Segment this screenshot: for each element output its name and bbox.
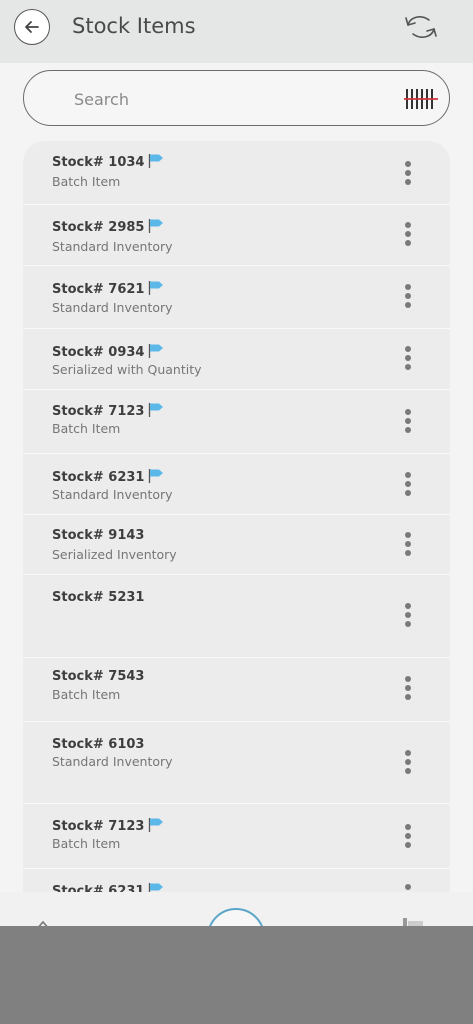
stock-item-type: Batch Item [52, 687, 121, 702]
back-button[interactable] [14, 9, 50, 45]
more-vertical-icon [405, 346, 411, 370]
stock-item-type: Batch Item [52, 174, 121, 189]
stock-item-number: Stock# 7543 [52, 669, 144, 684]
stock-item-number-text: Stock# 6103 [52, 737, 145, 752]
more-vertical-icon [405, 409, 411, 433]
stock-item-row[interactable]: Stock# 6231 Standard Inventory [23, 454, 450, 515]
more-vertical-icon [405, 603, 411, 627]
flag-icon [149, 344, 164, 358]
stock-item-number: Stock# 2985 [52, 218, 165, 235]
stock-item-row[interactable]: Stock# 7123 Batch Item [23, 390, 450, 454]
more-vertical-icon [405, 472, 411, 496]
stock-item-row[interactable]: Stock# 2985 Standard Inventory [23, 205, 450, 266]
barcode-scan-icon [404, 89, 438, 109]
more-vertical-icon [405, 222, 411, 246]
stock-item-number: Stock# 6103 [52, 737, 144, 752]
stock-item-number: Stock# 6231 [52, 468, 165, 485]
app-header: Stock Items [0, 0, 473, 63]
stock-item-type: Standard Inventory [52, 239, 173, 254]
barcode-scan-button[interactable] [402, 85, 440, 113]
stock-item-type: Serialized with Quantity [52, 362, 202, 377]
flag-icon [149, 403, 164, 417]
flag-icon [149, 281, 164, 295]
more-options-button[interactable] [399, 821, 417, 851]
more-options-button[interactable] [399, 529, 417, 559]
home-icon[interactable] [34, 918, 52, 926]
stock-item-number: Stock# 9143 [52, 528, 144, 543]
search-bar [23, 70, 450, 126]
stock-item-number: Stock# 7123 [52, 817, 165, 834]
stock-item-type: Serialized Inventory [52, 547, 177, 562]
stock-item-number-text: Stock# 7543 [52, 669, 145, 684]
stock-item-row[interactable]: Stock# 7543 Batch Item [23, 658, 450, 722]
more-vertical-icon [405, 750, 411, 774]
stock-item-row[interactable]: Stock# 7621 Standard Inventory [23, 266, 450, 329]
stock-item-row[interactable]: Stock# 7123 Batch Item [23, 804, 450, 869]
flag-icon [149, 154, 164, 168]
more-options-button[interactable] [399, 219, 417, 249]
more-vertical-icon [405, 532, 411, 556]
more-vertical-icon [405, 284, 411, 308]
stock-item-row[interactable]: Stock# 0934 Serialized with Quantity [23, 329, 450, 390]
flag-icon [149, 219, 164, 233]
stock-item-number-text: Stock# 6231 [52, 470, 145, 485]
stock-items-list[interactable]: Stock# 1034 Batch Item Stock# 2985 Standard… [23, 141, 450, 893]
page-title: Stock Items [72, 14, 196, 38]
more-vertical-icon [405, 161, 411, 185]
stock-item-type: Batch Item [52, 836, 121, 851]
stock-item-number: Stock# 1034 [52, 153, 165, 170]
stock-item-number-text: Stock# 0934 [52, 345, 145, 360]
gray-overlay [0, 926, 473, 1024]
flag-icon [149, 469, 164, 483]
stock-item-number-text: Stock# 5231 [52, 590, 145, 605]
more-options-button[interactable] [399, 673, 417, 703]
sync-icon [405, 16, 437, 38]
stock-item-type: Batch Item [52, 421, 121, 436]
stock-item-type: Standard Inventory [52, 300, 173, 315]
arrow-left-icon [25, 21, 39, 33]
bottom-navigation-bar [0, 892, 473, 926]
more-options-button[interactable] [399, 600, 417, 630]
stock-item-type: Standard Inventory [52, 754, 173, 769]
stock-item-number-text: Stock# 7621 [52, 282, 145, 297]
stock-item-number-text: Stock# 2985 [52, 220, 145, 235]
document-icon[interactable] [402, 916, 424, 926]
stock-item-row[interactable]: Stock# 1034 Batch Item [23, 141, 450, 205]
more-options-button[interactable] [399, 406, 417, 436]
stock-item-number: Stock# 0934 [52, 343, 165, 360]
scan-fab-button[interactable] [207, 908, 265, 926]
search-input[interactable] [74, 87, 384, 111]
stock-item-number-text: Stock# 9143 [52, 528, 145, 543]
more-options-button[interactable] [399, 747, 417, 777]
stock-item-row[interactable]: Stock# 5231 [23, 575, 450, 658]
stock-item-number-text: Stock# 1034 [52, 155, 145, 170]
stock-item-number: Stock# 5231 [52, 590, 144, 605]
stock-item-number: Stock# 7621 [52, 280, 165, 297]
stock-item-number: Stock# 7123 [52, 402, 165, 419]
more-options-button[interactable] [399, 343, 417, 373]
stock-item-number-text: Stock# 7123 [52, 819, 145, 834]
stock-item-row[interactable]: Stock# 6103 Standard Inventory [23, 722, 450, 804]
stock-item-row[interactable]: Stock# 9143 Serialized Inventory [23, 515, 450, 575]
more-options-button[interactable] [399, 158, 417, 188]
stock-item-type: Standard Inventory [52, 487, 173, 502]
stock-item-number-text: Stock# 7123 [52, 404, 145, 419]
more-vertical-icon [405, 824, 411, 848]
more-options-button[interactable] [399, 281, 417, 311]
sync-button[interactable] [402, 10, 440, 44]
more-options-button[interactable] [399, 469, 417, 499]
stock-item-row[interactable]: Stock# 6231 [23, 869, 450, 893]
more-vertical-icon [405, 676, 411, 700]
flag-icon [149, 818, 164, 832]
